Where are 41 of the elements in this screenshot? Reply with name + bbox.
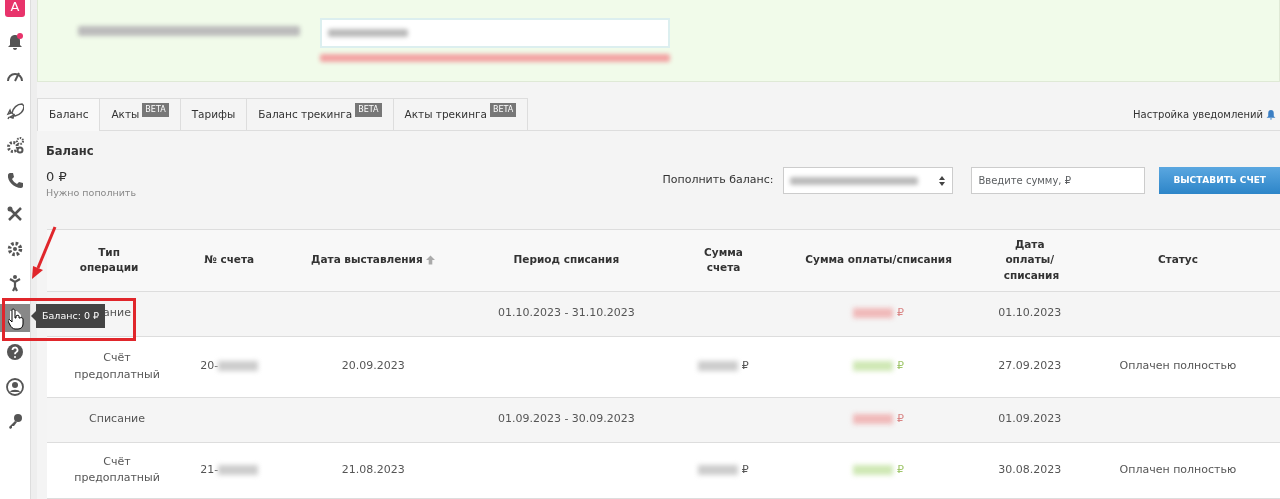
column-header: Дата оплаты/списания: [1003, 237, 1060, 282]
amount-text: ₽: [698, 359, 749, 373]
beta-badge: BETA: [142, 103, 169, 117]
column-header: Сумма счета: [704, 245, 743, 274]
issue-date: 21.08.2023: [341, 462, 405, 476]
beta-badge: BETA: [355, 103, 382, 117]
tab[interactable]: Акты трекинга BETA: [392, 98, 529, 130]
beta-badge: BETA: [490, 103, 517, 117]
amount-input[interactable]: Введите сумму, ₽: [971, 167, 1146, 194]
column-header: Тип операции: [79, 245, 139, 274]
column-header: Период списания: [513, 253, 620, 266]
invoice-number: 21-: [200, 462, 219, 476]
operation-type: Списание: [89, 412, 145, 426]
payment-date: 27.09.2023: [998, 359, 1062, 373]
column-header[interactable]: Дата выставления: [311, 253, 423, 266]
amount-text: ₽: [853, 412, 904, 426]
amount-text: ₽: [853, 306, 904, 320]
payment-date: 01.09.2023: [998, 412, 1062, 426]
amount-text: ₽: [698, 462, 749, 476]
period-text: 01.10.2023 - 31.10.2023: [497, 306, 635, 320]
balance-title: Баланс: [46, 145, 95, 159]
amount-text: ₽: [853, 359, 904, 373]
column-header: Статус: [1157, 253, 1198, 266]
amount-text: ₽: [853, 462, 904, 476]
top-up-label: Пополнить баланс:: [662, 172, 774, 189]
issue-date: 20.09.2023: [341, 359, 405, 373]
operation-type: Счёт предоплатный: [74, 454, 160, 484]
balance-hint: Нужно пополнить: [46, 186, 136, 201]
invoice-number: 20-: [200, 359, 219, 373]
notification-settings-link[interactable]: Настройка уведомлений: [1133, 106, 1263, 122]
column-header: № счета: [204, 253, 255, 266]
payment-date: 01.10.2023: [998, 306, 1062, 320]
tooltip: Баланс: 0 ₽: [31, 304, 105, 328]
status-text: Оплачен полностью: [1119, 359, 1237, 373]
period-text: 01.09.2023 - 30.09.2023: [497, 412, 635, 426]
payment-date: 30.08.2023: [998, 462, 1062, 476]
balance-amount: 0 ₽: [46, 167, 68, 186]
tab[interactable]: Баланс: [37, 98, 101, 131]
operation-type: Счёт предоплатный: [74, 351, 160, 381]
column-header: Сумма оплаты/списания: [805, 253, 952, 266]
status-text: Оплачен полностью: [1119, 462, 1237, 476]
